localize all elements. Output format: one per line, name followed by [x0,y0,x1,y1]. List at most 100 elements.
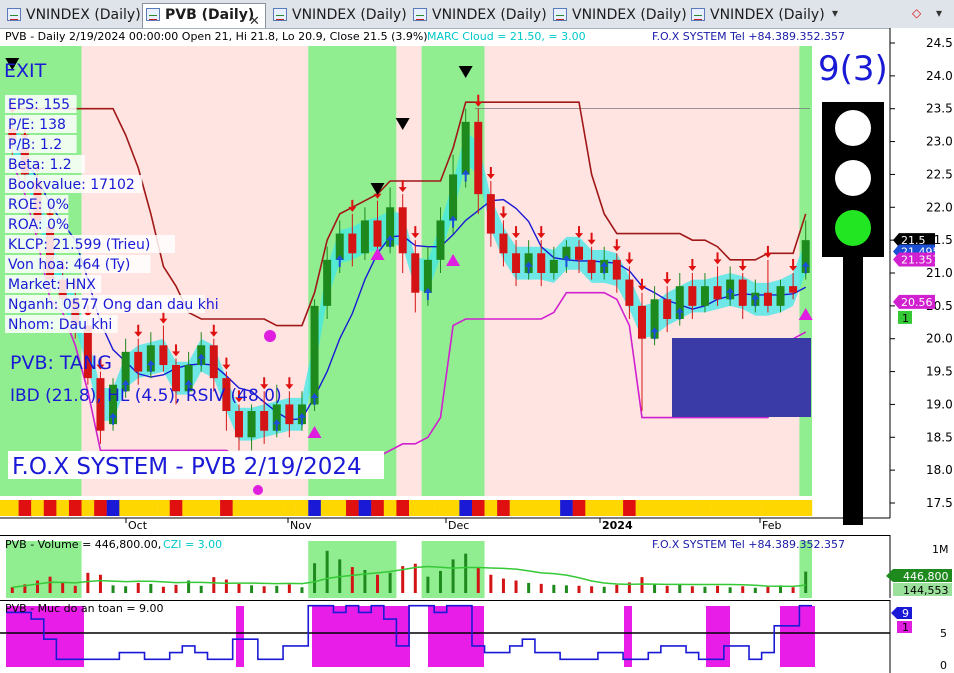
tab-vnindex-2[interactable]: VNINDEX (Daily) [270,4,408,26]
volume-bar [753,587,757,593]
candle-body[interactable] [159,345,168,365]
signal-strip-cell [799,500,813,516]
tab-vnindex-1[interactable]: VNINDEX (Daily) [4,4,141,26]
candle-body[interactable] [763,292,772,306]
candle-body[interactable] [134,351,143,372]
candle-body[interactable] [549,259,558,273]
safety-level-pane[interactable]: PVB - Muc do an toan = 9.00 5 0 9 1 [0,600,954,673]
candle-body[interactable] [310,305,319,405]
tab-label: VNINDEX (Daily) [26,7,141,23]
price-axis-tick: 23.5 [926,102,953,116]
volume-bar [388,572,392,593]
price-axis-tick: 22.0 [926,200,953,214]
signal-strip-cell [446,500,460,516]
candle-body[interactable] [461,121,470,175]
price-axis-tick: 19.5 [926,365,953,379]
volume-bar [602,586,606,593]
safety-axis-5: 5 [940,627,947,640]
signal-strip-cell [610,500,624,516]
tab-list-dropdown-icon[interactable]: ▾ [832,6,838,20]
candle-body[interactable] [436,220,445,260]
candle-body[interactable] [323,259,332,306]
tab-label: VNINDEX (Daily) [710,7,825,23]
volume-bar [426,576,430,593]
price-axis-tick: 24.5 [926,36,953,50]
traffic-light-middle-lamp [835,160,871,196]
candle-body[interactable] [776,286,785,306]
volume-bar [514,580,518,593]
candle-body[interactable] [247,411,256,438]
volume-bar [98,574,102,593]
fundamental-item: P/E: 138 [8,117,66,133]
volume-bar [476,567,480,593]
candle-body[interactable] [411,253,420,293]
volume-header: PVB - Volume = 446,800.00, [5,538,161,551]
volume-bar [313,563,317,593]
candle-body[interactable] [688,286,697,306]
volume-bar [539,583,543,593]
candle-body[interactable] [587,259,596,273]
candle-body[interactable] [512,253,521,273]
candle-body[interactable] [738,279,747,306]
magenta-dot-icon [253,485,263,495]
candle-body[interactable] [209,345,218,379]
candle-body[interactable] [348,233,357,254]
volume-bar [73,585,77,593]
chart-window-icon [7,8,21,21]
candle-body[interactable] [499,233,508,254]
signal-strip-cell [459,500,473,516]
volume-bar [804,571,808,593]
candle-body[interactable] [713,286,722,300]
price-chart-pane[interactable]: 24.524.023.523.022.522.021.521.020.520.0… [0,28,954,533]
tab-vnindex-4[interactable]: VNINDEX (Daily) [550,4,687,26]
candle-body[interactable] [625,279,634,306]
signal-strip [0,500,813,516]
signal-strip-cell [623,500,636,516]
target-zone-box[interactable] [672,338,811,417]
tab-menu-dropdown-icon[interactable]: ▾ [936,6,942,20]
signal-strip-cell [635,500,649,516]
candle-body[interactable] [260,411,269,431]
candle-body[interactable] [612,259,621,280]
candle-body[interactable] [637,305,646,339]
candle-body[interactable] [575,246,584,260]
signal-strip-cell [471,500,485,516]
chart-tab-bar: VNINDEX (Daily) PVB (Daily) ✕ VNINDEX (D… [0,0,954,29]
traffic-light-green-lamp [835,210,871,246]
signal-strip-cell [169,500,183,516]
signal-strip-cell [194,500,208,516]
candle-body[interactable] [537,253,546,273]
signal-strip-cell [409,500,422,516]
candle-body[interactable] [663,299,672,319]
time-axis: Oct Nov Dec 2024 Feb [125,518,781,532]
volume-bar [716,585,720,593]
candle-body[interactable] [360,220,369,254]
candle-body[interactable] [486,194,495,234]
volume-pane[interactable]: PVB - Volume = 446,800.00, CZI = 3.00 F.… [0,535,954,598]
candle-body[interactable] [398,207,407,254]
tab-pvb-active[interactable]: PVB (Daily) ✕ [142,3,266,29]
candle-body[interactable] [789,286,798,293]
candle-body[interactable] [423,259,432,293]
volume-bar [250,585,254,593]
tab-vnindex-5[interactable]: VNINDEX (Daily) [688,4,825,26]
signal-strip-cell [597,500,611,516]
volume-bar [564,585,568,593]
candle-body[interactable] [373,220,382,247]
safety-band-1 [236,606,244,667]
volume-bar [527,582,531,593]
volume-bar [174,584,178,593]
new-tab-icon[interactable]: ◇ [912,6,921,20]
traffic-light-pole [843,253,863,525]
candle-body[interactable] [474,121,483,195]
fundamental-item: KLCP: 21.599 (Trieu) [8,237,150,253]
tab-vnindex-3[interactable]: VNINDEX (Daily) [410,4,548,26]
candle-body[interactable] [285,404,294,425]
volume-bar [665,585,669,593]
candle-body[interactable] [700,286,709,306]
price-axis-tick: 20.0 [926,332,953,346]
signal-strip-cell [358,500,372,516]
candle-body[interactable] [234,411,243,438]
safety-band-2 [312,606,410,667]
candle-body[interactable] [449,174,458,221]
